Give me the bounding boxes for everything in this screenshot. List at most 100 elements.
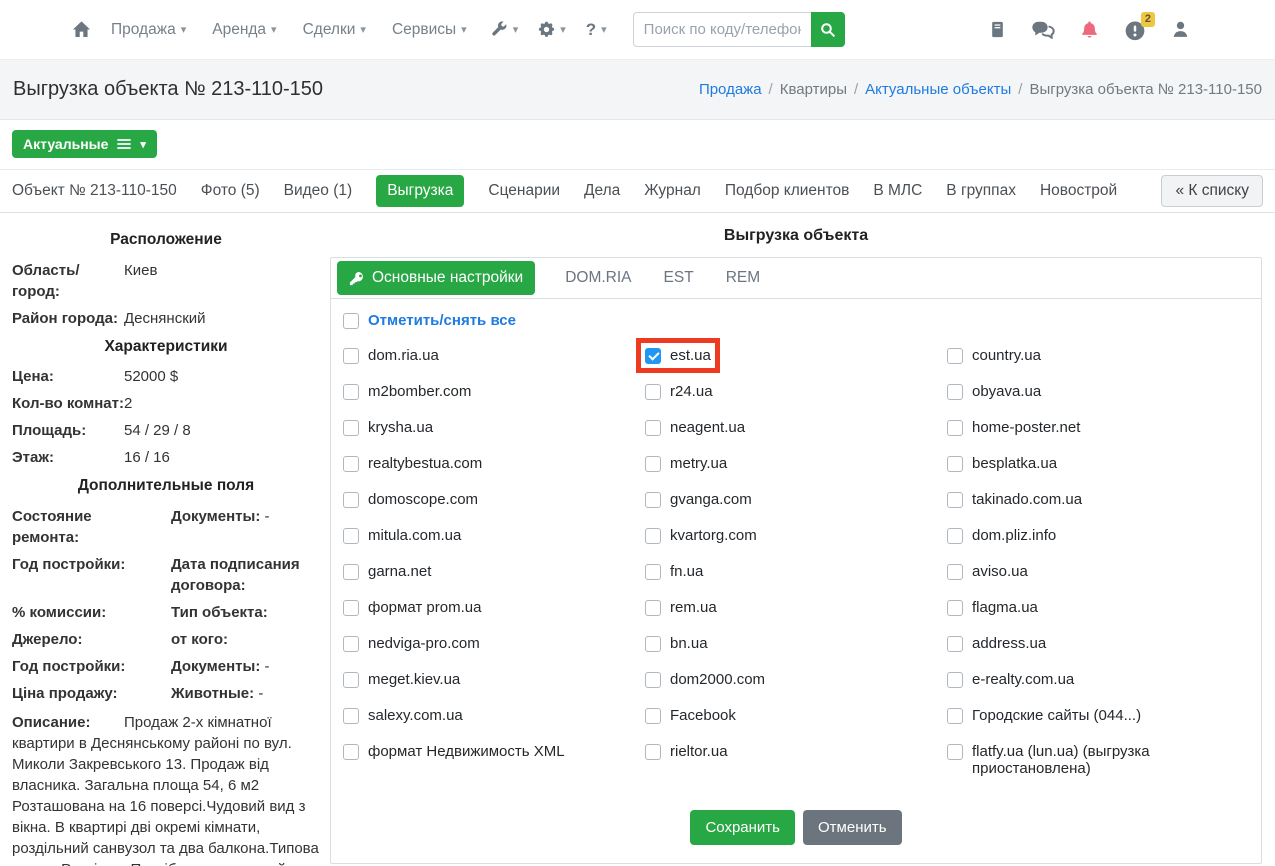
portal-checkbox-item[interactable]: e-realty.com.ua: [947, 671, 1074, 688]
checkbox-icon[interactable]: [343, 492, 359, 508]
object-tab[interactable]: Дела: [584, 176, 620, 206]
portal-checkbox-item[interactable]: obyava.ua: [947, 383, 1041, 400]
save-button[interactable]: Сохранить: [690, 810, 795, 845]
portal-checkbox-item[interactable]: Городские сайты (044...): [947, 707, 1141, 724]
checkbox-icon[interactable]: [343, 528, 359, 544]
portal-checkbox-item[interactable]: m2bomber.com: [343, 383, 471, 400]
checkbox-icon[interactable]: [947, 744, 963, 760]
portal-checkbox-item[interactable]: rem.ua: [645, 599, 717, 616]
portal-checkbox-item[interactable]: country.ua: [947, 347, 1041, 364]
checkbox-icon[interactable]: [947, 600, 963, 616]
portal-checkbox-item[interactable]: meget.kiev.ua: [343, 671, 460, 688]
checkbox-icon[interactable]: [947, 348, 963, 364]
portal-checkbox-item[interactable]: neagent.ua: [645, 419, 745, 436]
portal-checkbox-item[interactable]: kvartorg.com: [645, 527, 757, 544]
object-tab[interactable]: Подбор клиентов: [725, 176, 850, 206]
tools-menu[interactable]: ▾: [491, 21, 518, 38]
portal-checkbox-item[interactable]: dom2000.com: [645, 671, 765, 688]
checkbox-icon[interactable]: [947, 672, 963, 688]
portal-checkbox-item[interactable]: flagma.ua: [947, 599, 1038, 616]
breadcrumb-link[interactable]: Квартиры: [780, 81, 847, 98]
home-button[interactable]: [72, 20, 91, 39]
journal-button[interactable]: [989, 20, 1006, 39]
checkbox-icon[interactable]: [343, 456, 359, 472]
breadcrumb-link[interactable]: Продажа: [699, 81, 762, 98]
checkbox-icon[interactable]: [343, 600, 359, 616]
cancel-button[interactable]: Отменить: [803, 810, 902, 845]
object-tab[interactable]: Сценарии: [488, 176, 560, 206]
checkbox-icon[interactable]: [645, 564, 661, 580]
checkbox-icon[interactable]: [645, 492, 661, 508]
portal-checkbox-item[interactable]: domoscope.com: [343, 491, 478, 508]
checkbox-icon[interactable]: [947, 564, 963, 580]
checkbox-icon[interactable]: [645, 672, 661, 688]
portal-checkbox-item[interactable]: garna.net: [343, 563, 431, 580]
search-button[interactable]: [810, 12, 845, 47]
checkbox-icon[interactable]: [947, 708, 963, 724]
portal-checkbox-item[interactable]: gvanga.com: [645, 491, 752, 508]
checkbox-icon[interactable]: [343, 636, 359, 652]
portal-checkbox-item[interactable]: krysha.ua: [343, 419, 433, 436]
checkbox-icon[interactable]: [645, 384, 661, 400]
portal-checkbox-item[interactable]: dom.ria.ua: [343, 347, 439, 364]
checkbox-icon[interactable]: [947, 456, 963, 472]
object-tab[interactable]: В группах: [946, 176, 1016, 206]
search-input[interactable]: [632, 12, 811, 47]
settings-menu[interactable]: ▾: [538, 21, 566, 38]
portal-checkbox-item[interactable]: home-poster.net: [947, 419, 1080, 436]
portal-checkbox-item[interactable]: realtybestua.com: [343, 455, 482, 472]
checkbox-icon[interactable]: [343, 708, 359, 724]
checkbox-icon[interactable]: [645, 744, 661, 760]
portal-checkbox-item[interactable]: takinado.com.ua: [947, 491, 1082, 508]
portal-checkbox-item[interactable]: fn.ua: [645, 563, 703, 580]
portal-checkbox-item[interactable]: r24.ua: [645, 383, 713, 400]
checkbox-icon[interactable]: [947, 420, 963, 436]
object-tab[interactable]: Объект № 213-110-150: [12, 176, 177, 206]
checkbox-icon[interactable]: [947, 492, 963, 508]
breadcrumb-link[interactable]: Актуальные объекты: [865, 81, 1011, 98]
status-dropdown-button[interactable]: Актуальные ▾: [12, 130, 157, 158]
checkbox-icon[interactable]: [645, 708, 661, 724]
portal-checkbox-item[interactable]: metry.ua: [645, 455, 727, 472]
portal-checkbox-item[interactable]: besplatka.ua: [947, 455, 1057, 472]
export-tab[interactable]: REM: [724, 261, 762, 295]
notifications-button[interactable]: [1080, 19, 1099, 40]
messages-button[interactable]: [1031, 20, 1055, 39]
checkbox-icon[interactable]: [645, 528, 661, 544]
portal-checkbox-item[interactable]: формат prom.ua: [343, 599, 481, 616]
export-tab[interactable]: EST: [662, 261, 696, 295]
menu-item[interactable]: Сделки ▾: [303, 21, 366, 39]
portal-checkbox-item[interactable]: Facebook: [645, 707, 736, 724]
checkbox-icon[interactable]: [343, 744, 359, 760]
breadcrumb-link[interactable]: Выгрузка объекта № 213-110-150: [1029, 81, 1262, 98]
portal-checkbox-item[interactable]: rieltor.ua: [645, 743, 728, 760]
menu-item[interactable]: Аренда ▾: [212, 21, 276, 39]
export-tab[interactable]: DOM.RIA: [563, 261, 633, 295]
portal-checkbox-item[interactable]: bn.ua: [645, 635, 708, 652]
object-tab[interactable]: В МЛС: [873, 176, 922, 206]
portal-checkbox-item[interactable]: dom.pliz.info: [947, 527, 1056, 544]
object-tab[interactable]: Выгрузка: [376, 175, 465, 207]
portal-checkbox-item[interactable]: mitula.com.ua: [343, 527, 461, 544]
export-tab[interactable]: Основные настройки: [337, 261, 536, 295]
portal-checkbox-item[interactable]: формат Недвижимость XML: [343, 743, 565, 760]
portal-checkbox-item[interactable]: nedviga-pro.com: [343, 635, 480, 652]
object-tab[interactable]: Фото (5): [201, 176, 260, 206]
portal-checkbox-item[interactable]: est.ua: [636, 338, 720, 373]
object-tab[interactable]: Новострой: [1040, 176, 1117, 206]
checkbox-icon[interactable]: [645, 348, 661, 364]
portal-checkbox-item[interactable]: address.ua: [947, 635, 1046, 652]
object-tab[interactable]: Журнал: [644, 176, 701, 206]
alerts-button[interactable]: 2: [1124, 11, 1155, 41]
menu-item[interactable]: Продажа ▾: [111, 21, 186, 39]
help-menu[interactable]: ? ▾: [586, 20, 607, 40]
portal-checkbox-item[interactable]: aviso.ua: [947, 563, 1028, 580]
menu-item[interactable]: Сервисы ▾: [392, 21, 467, 39]
checkbox-icon[interactable]: [343, 384, 359, 400]
checkbox-icon[interactable]: [645, 456, 661, 472]
checkbox-icon[interactable]: [343, 348, 359, 364]
select-all-toggle[interactable]: Отметить/снять все: [343, 312, 516, 329]
checkbox-icon[interactable]: [947, 636, 963, 652]
checkbox-icon[interactable]: [343, 313, 359, 329]
object-tab[interactable]: Видео (1): [284, 176, 353, 206]
